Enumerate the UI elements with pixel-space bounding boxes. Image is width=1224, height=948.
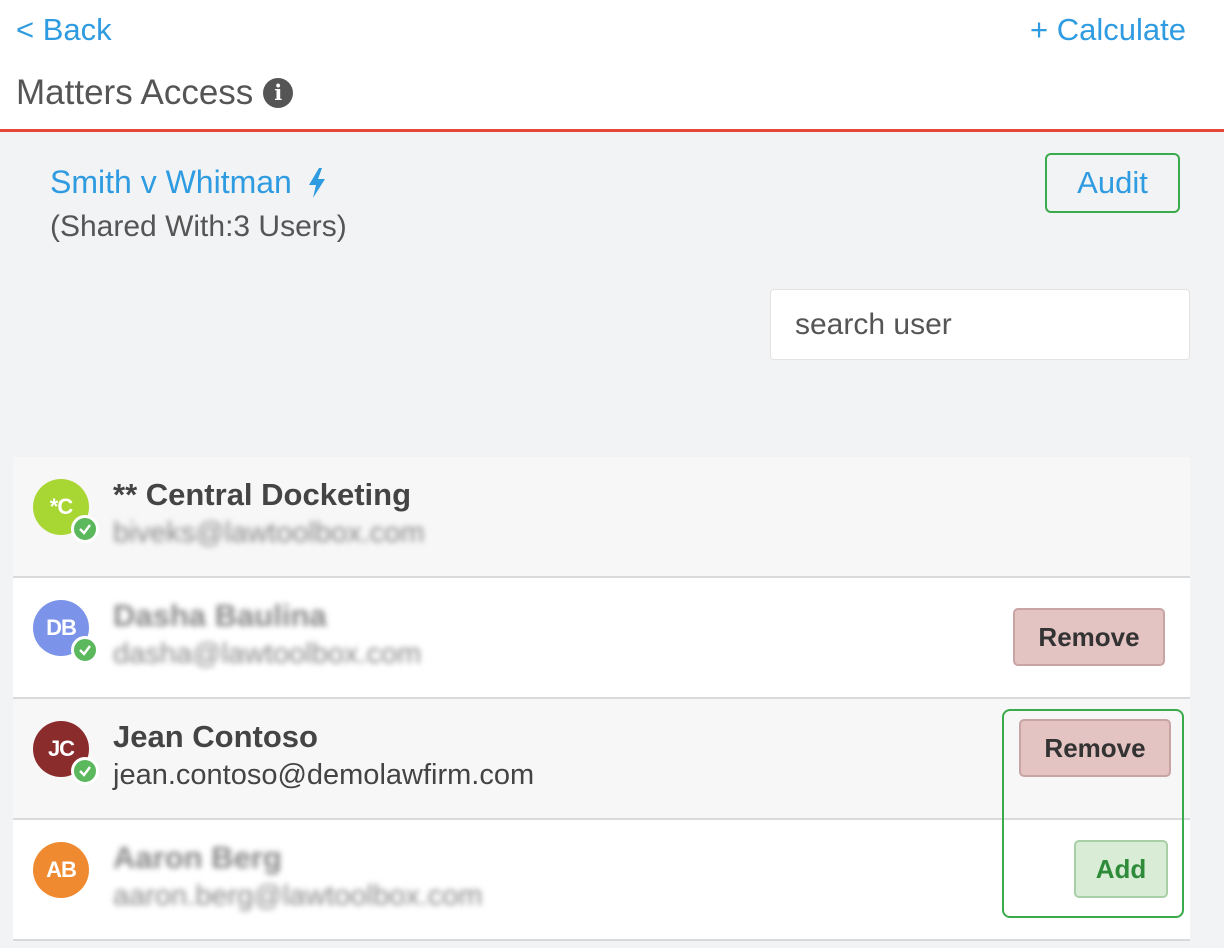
- matter-name-link[interactable]: Smith v Whitman: [50, 164, 328, 201]
- user-list: *C ** Central Docketing biveks@lawtoolbo…: [13, 457, 1190, 941]
- bolt-icon: [308, 167, 325, 198]
- back-link[interactable]: < Back: [16, 12, 112, 48]
- user-row: *C ** Central Docketing biveks@lawtoolbo…: [13, 457, 1190, 578]
- calculate-link[interactable]: + Calculate: [1030, 12, 1186, 48]
- add-user-button[interactable]: Add: [1074, 840, 1168, 898]
- user-name: Dasha Baulina: [113, 598, 327, 633]
- user-row: AB Aaron Berg aaron.berg@lawtoolbox.com …: [13, 820, 1190, 941]
- remove-user-button[interactable]: Remove: [1019, 719, 1171, 777]
- user-row: JC Jean Contoso jean.contoso@demolawfirm…: [13, 699, 1190, 820]
- user-email: jean.contoso@demolawfirm.com: [113, 759, 535, 791]
- matter-name[interactable]: Smith v Whitman: [50, 164, 292, 201]
- verified-check-icon: [71, 757, 99, 785]
- search-user-input[interactable]: [770, 289, 1190, 360]
- user-name: Jean Contoso: [113, 719, 318, 754]
- user-name: ** Central Docketing: [113, 477, 412, 512]
- user-name: Aaron Berg: [113, 840, 282, 875]
- top-bar: < Back + Calculate Matters Access i: [0, 0, 1224, 132]
- remove-user-button[interactable]: Remove: [1013, 608, 1165, 666]
- user-email: biveks@lawtoolbox.com: [113, 517, 425, 549]
- page-title: Matters Access i: [16, 73, 294, 113]
- avatar: *C: [33, 479, 99, 543]
- avatar: JC: [33, 721, 99, 785]
- avatar: AB: [33, 842, 89, 898]
- user-email: dasha@lawtoolbox.com: [113, 638, 422, 670]
- verified-check-icon: [71, 515, 99, 543]
- page-title-text: Matters Access: [16, 73, 254, 112]
- info-icon[interactable]: i: [263, 78, 294, 108]
- audit-button[interactable]: Audit: [1045, 153, 1180, 213]
- verified-check-icon: [71, 636, 99, 664]
- matter-access-panel: Smith v Whitman (Shared With:3 Users) Au…: [0, 132, 1224, 948]
- user-email: aaron.berg@lawtoolbox.com: [113, 880, 483, 912]
- avatar-initials: AB: [33, 842, 89, 898]
- user-row: DB Dasha Baulina dasha@lawtoolbox.com Re…: [13, 578, 1190, 699]
- shared-with-count: (Shared With:3 Users): [50, 210, 347, 243]
- avatar: DB: [33, 600, 99, 664]
